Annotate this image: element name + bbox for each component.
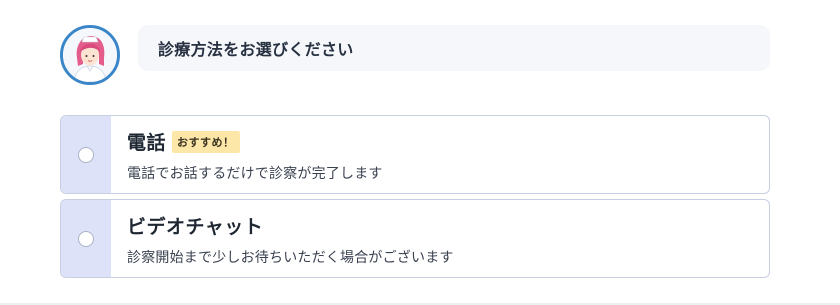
option-title-row: 電話 おすすめ！ bbox=[127, 128, 240, 155]
nurse-avatar bbox=[60, 25, 120, 85]
radio-column[interactable] bbox=[61, 116, 111, 193]
recommended-badge: おすすめ！ bbox=[172, 130, 240, 153]
radio-button-video-chat[interactable] bbox=[78, 230, 94, 247]
option-title-row: ビデオチャット bbox=[127, 212, 263, 239]
radio-column[interactable] bbox=[61, 200, 111, 277]
option-body[interactable]: 電話 おすすめ！ 電話でお話するだけで診察が完了します bbox=[111, 116, 769, 193]
option-body[interactable]: ビデオチャット 診察開始まで少しお待ちいただく場合がございます bbox=[111, 200, 769, 277]
prompt-text: 診療方法をお選びください bbox=[158, 40, 354, 59]
option-phone[interactable]: 電話 おすすめ！ 電話でお話するだけで診察が完了します bbox=[60, 115, 770, 194]
option-description: 電話でお話するだけで診察が完了します bbox=[127, 166, 383, 182]
nurse-avatar-icon bbox=[63, 28, 117, 82]
radio-button-phone[interactable] bbox=[78, 146, 94, 163]
option-video-chat[interactable]: ビデオチャット 診察開始まで少しお待ちいただく場合がございます bbox=[60, 199, 770, 278]
prompt-bubble: 診療方法をお選びください bbox=[138, 25, 770, 71]
option-title: ビデオチャット bbox=[127, 216, 264, 238]
option-description: 診察開始まで少しお待ちいただく場合がございます bbox=[127, 250, 454, 266]
option-title: 電話 bbox=[127, 132, 167, 154]
